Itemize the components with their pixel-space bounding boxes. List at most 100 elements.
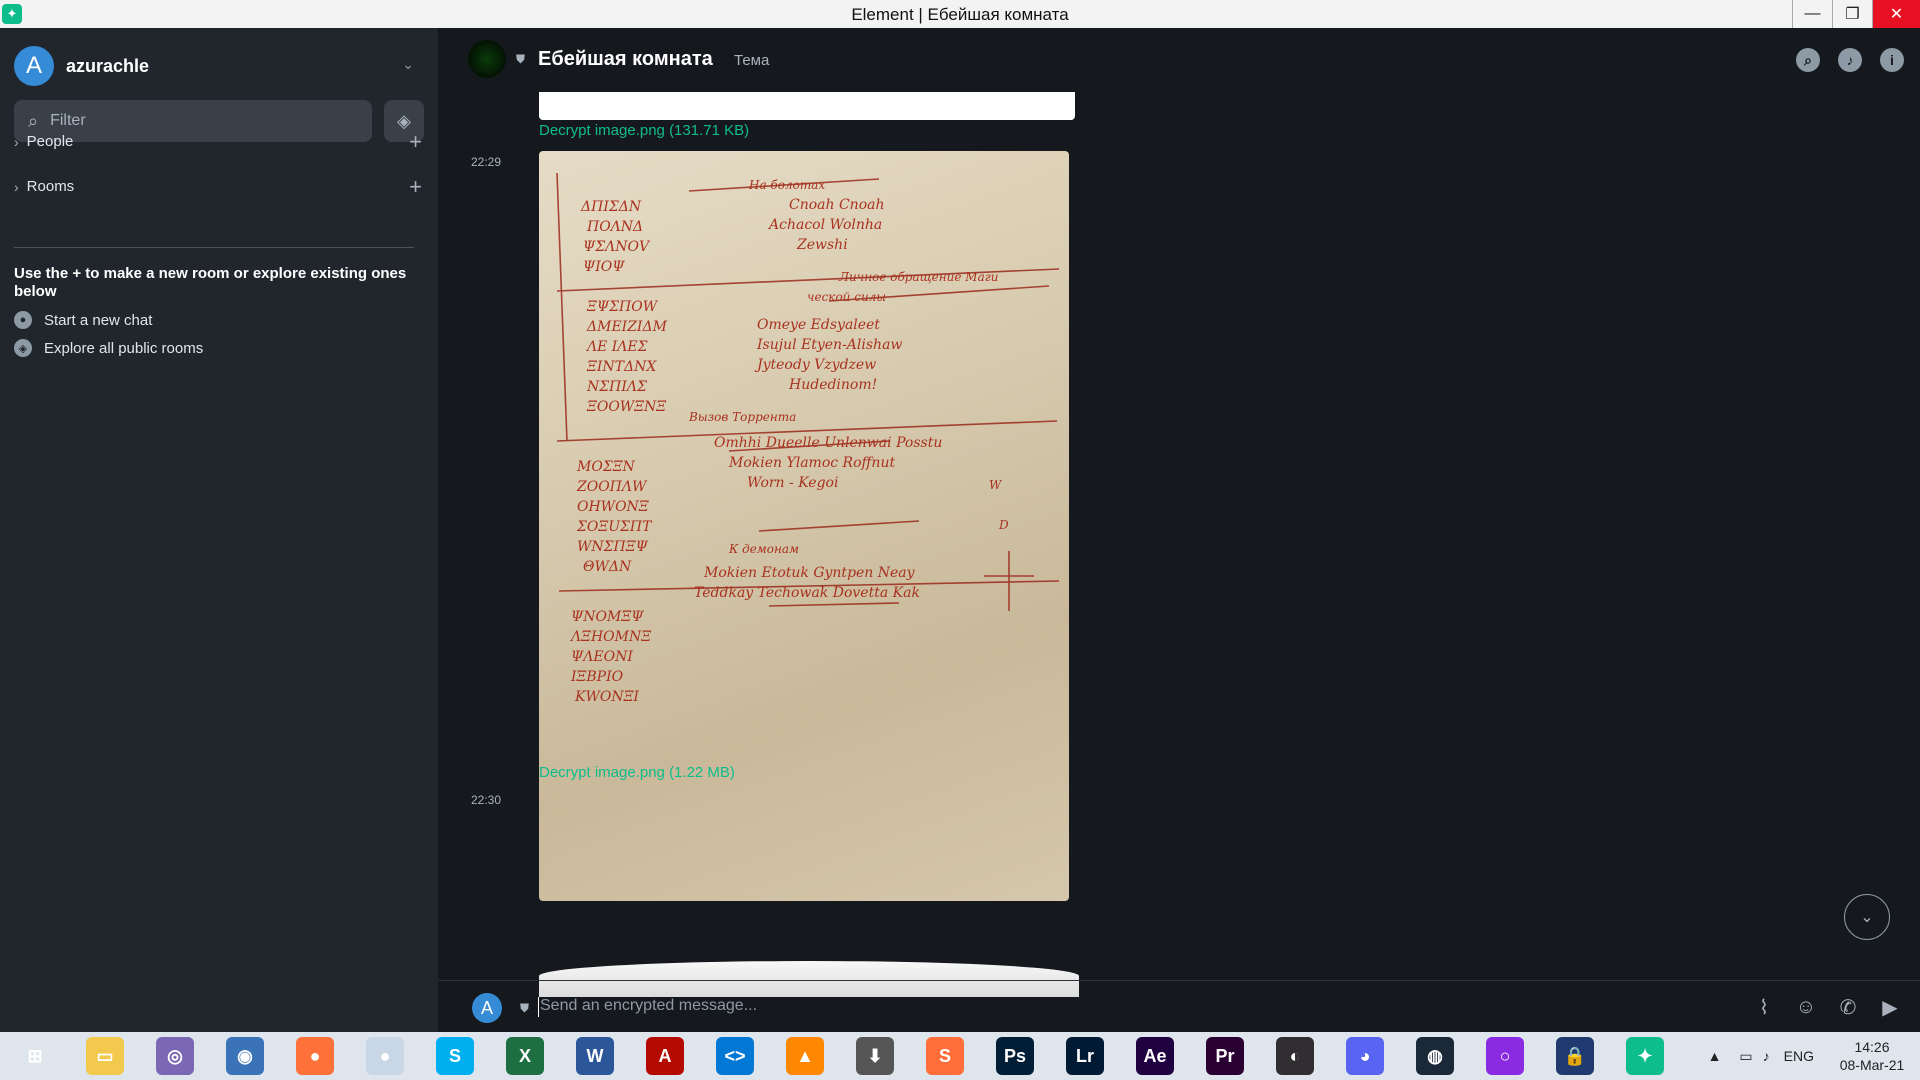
start-icon: ⊞ [27, 1045, 43, 1066]
room-topic[interactable]: Тема [734, 52, 769, 69]
tray-overflow-icon[interactable]: ▲ [1708, 1048, 1722, 1064]
section-people[interactable]: › People + [14, 129, 422, 154]
filter-placeholder: Filter [50, 112, 86, 129]
jump-to-bottom-button[interactable]: ⌄ [1844, 894, 1890, 940]
taskbar-app-lightroom[interactable]: Lr [1050, 1032, 1120, 1080]
svg-text:ΨΝΟΜΞΨ: ΨΝΟΜΞΨ [571, 609, 644, 625]
svg-text:Achacol Wolnha: Achacol Wolnha [767, 217, 882, 233]
svg-text:ΟΗWΟΝΞ: ΟΗWΟΝΞ [577, 499, 649, 515]
user-menu[interactable]: A azurachle ⌄ [14, 46, 414, 86]
section-rooms[interactable]: › Rooms + [14, 174, 422, 199]
svg-text:ΞΟΟWΞΝΞ: ΞΟΟWΞΝΞ [586, 399, 666, 415]
vpn-icon: 🔒 [1556, 1037, 1594, 1075]
svg-text:ΨΛΕΟΝΙ: ΨΛΕΟΝΙ [571, 649, 633, 665]
minimize-button[interactable]: — [1792, 0, 1832, 28]
svg-text:ΖΟΟΠΛW: ΖΟΟΠΛW [576, 479, 648, 495]
downloader-icon: ⬇ [856, 1037, 894, 1075]
help-text: Use the + to make a new room or explore … [14, 265, 407, 300]
excel-icon: X [506, 1037, 544, 1075]
volume-icon[interactable]: ♪ [1763, 1048, 1770, 1064]
acrobat-icon: A [646, 1037, 684, 1075]
svg-text:D: D [998, 518, 1009, 532]
chevron-down-icon: ⌄ [1860, 909, 1874, 926]
message-input[interactable]: Send an encrypted message... [540, 997, 757, 1015]
room-header: ⛊ Ебейшая комната Тема ⌕ ♪ i [438, 28, 1920, 92]
clock[interactable]: 14:26 08-Mar-21 [1824, 1038, 1920, 1074]
premiere-icon: Pr [1206, 1037, 1244, 1075]
taskbar-app-acrobat[interactable]: A [630, 1032, 700, 1080]
svg-text:ΣΟΞUΣΠΤ: ΣΟΞUΣΠΤ [576, 519, 653, 535]
add-people-button[interactable]: + [409, 129, 422, 155]
paperclip-icon[interactable]: ⌇ [1752, 995, 1776, 1019]
taskbar-app-firefox[interactable]: ● [280, 1032, 350, 1080]
compass-icon: ◈ [14, 339, 32, 357]
room-name[interactable]: Ебейшая комната [538, 48, 713, 71]
svg-text:На болотах: На болотах [748, 178, 825, 192]
bell-icon[interactable]: ♪ [1838, 48, 1862, 72]
word-icon: W [576, 1037, 614, 1075]
paper-drawing: ΔΠΙΣΔΝ ΠΟΛΝΔ ΨΣΛΝΟV ΨΙΟΨ ΞΨΣΠΟW ΔΜΕΙΖΙΔΜ ΛΕ… [556, 172, 1060, 705]
svg-text:Teddkay Techowak Dovetta Ka: Teddkay Techowak Dovetta Kak [694, 585, 920, 601]
svg-text:ΛΞΗΟΜΝΞ: ΛΞΗΟΜΝΞ [569, 629, 651, 645]
vscode-icon: <> [716, 1037, 754, 1075]
image-attachment-map-scroll[interactable]: ΔΠΙΣΔΝ ΠΟΛΝΔ ΨΣΛΝΟV ΨΙΟΨ ΞΨΣΠΟW ΔΜΕΙΖΙΔΜ ΛΕ… [539, 151, 1069, 901]
video-icon[interactable]: ▶ [1878, 995, 1902, 1019]
restore-button[interactable]: ❐ [1832, 0, 1872, 28]
taskbar-app-discord[interactable]: ◕ [1330, 1032, 1400, 1080]
taskbar-app-after-effects[interactable]: Ae [1120, 1032, 1190, 1080]
element-icon: ✦ [1626, 1037, 1664, 1075]
skype-icon: S [436, 1037, 474, 1075]
network-icon[interactable]: ▭ [1739, 1048, 1752, 1065]
taskbar-app-browser[interactable]: ◉ [210, 1032, 280, 1080]
language-indicator[interactable]: ENG [1784, 1048, 1814, 1064]
chevron-right-icon: › [14, 133, 19, 150]
taskbar-app-word[interactable]: W [560, 1032, 630, 1080]
start-new-chat-link[interactable]: ● Start a new chat [14, 311, 152, 329]
taskbar-app-premiere[interactable]: Pr [1190, 1032, 1260, 1080]
svg-text:WΝΣΠΞΨ: WΝΣΠΞΨ [577, 539, 649, 555]
taskbar-app-start[interactable]: ⊞ [0, 1032, 70, 1080]
taskbar-app-steam[interactable]: ◍ [1400, 1032, 1470, 1080]
lightroom-icon: Lr [1066, 1037, 1104, 1075]
svg-text:ΜΟΣΞΝ: ΜΟΣΞΝ [576, 459, 636, 475]
taskbar-app-skype[interactable]: S [420, 1032, 490, 1080]
taskbar-app-obs[interactable]: ◐ [1260, 1032, 1330, 1080]
add-room-button[interactable]: + [409, 174, 422, 200]
decrypt-file-link[interactable]: Decrypt image.png (131.71 KB) [539, 122, 749, 139]
steam-icon: ◍ [1416, 1037, 1454, 1075]
svg-text:ΙΞΒΡΙΟ: ΙΞΒΡΙΟ [570, 669, 624, 685]
taskbar-app-vscode[interactable]: <> [700, 1032, 770, 1080]
username: azurachle [66, 55, 150, 76]
taskbar-app-element[interactable]: ✦ [1610, 1032, 1680, 1080]
room-avatar[interactable] [468, 40, 506, 78]
svg-text:Hudedinom!: Hudedinom! [788, 377, 877, 393]
taskbar-app-file-explorer[interactable]: ▭ [70, 1032, 140, 1080]
taskbar-app-downloader[interactable]: ⬇ [840, 1032, 910, 1080]
search-icon[interactable]: ⌕ [1796, 48, 1820, 72]
message-timestamp: 22:29 [471, 155, 502, 169]
emoji-icon[interactable]: ☺ [1794, 995, 1818, 1019]
taskbar-app-photoshop[interactable]: Ps [980, 1032, 1050, 1080]
chevron-down-icon[interactable]: ⌄ [402, 56, 414, 73]
image-attachment-previous[interactable] [539, 92, 1075, 120]
phone-icon[interactable]: ✆ [1836, 995, 1860, 1019]
svg-text:ΔΜΕΙΖΙΔΜ: ΔΜΕΙΖΙΔΜ [586, 319, 668, 335]
decrypt-file-link[interactable]: Decrypt image.png (1.22 MB) [539, 764, 735, 781]
svg-text:W: W [989, 478, 1003, 492]
taskbar-app-moon-app[interactable]: ● [350, 1032, 420, 1080]
taskbar-app-qbittorrent[interactable]: ◎ [140, 1032, 210, 1080]
taskbar-app-circle-app[interactable]: ○ [1470, 1032, 1540, 1080]
circle-app-icon: ○ [1486, 1037, 1524, 1075]
taskbar-app-excel[interactable]: X [490, 1032, 560, 1080]
svg-text:ΞΙΝΤΔΝΧ: ΞΙΝΤΔΝΧ [586, 359, 657, 375]
obs-icon: ◐ [1276, 1037, 1314, 1075]
taskbar-app-vpn[interactable]: 🔒 [1540, 1032, 1610, 1080]
left-sidebar: A azurachle ⌄ ⌕ Filter ◈ › People + › Ro… [0, 28, 438, 1032]
text-caret [538, 997, 539, 1017]
taskbar-app-vlc[interactable]: ▲ [770, 1032, 840, 1080]
taskbar-app-sublime[interactable]: S [910, 1032, 980, 1080]
close-button[interactable]: ✕ [1872, 0, 1920, 28]
svg-text:ΨΣΛΝΟV: ΨΣΛΝΟV [583, 239, 651, 255]
info-icon[interactable]: i [1880, 48, 1904, 72]
explore-public-rooms-link[interactable]: ◈ Explore all public rooms [14, 339, 203, 357]
